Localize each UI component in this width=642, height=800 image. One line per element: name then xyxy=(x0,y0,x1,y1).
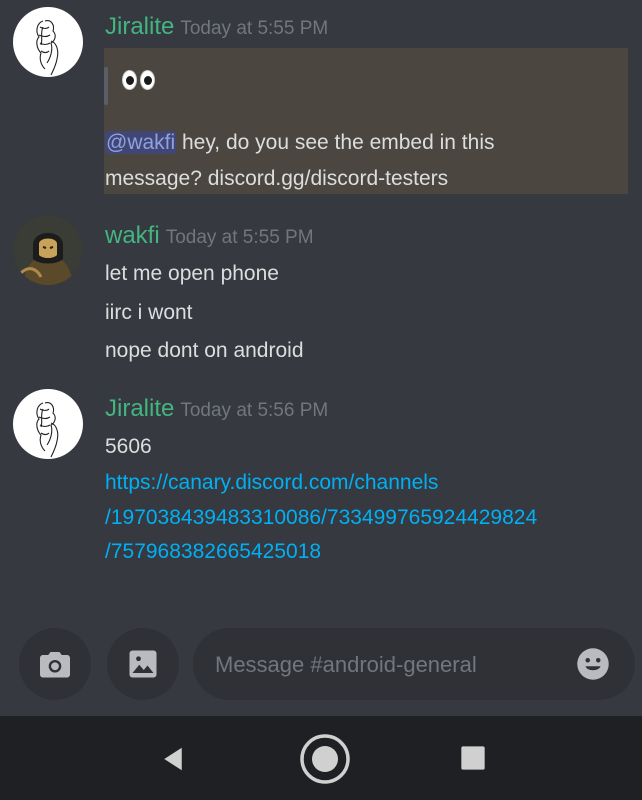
quote-bar xyxy=(104,67,108,105)
eyes-emoji xyxy=(122,70,155,90)
avatar-jiralite[interactable] xyxy=(13,389,83,459)
message-line: message? discord.gg/discord-testers xyxy=(105,167,449,190)
timestamp: Today at 5:55 PM xyxy=(165,227,314,248)
username[interactable]: wakfi Today at 5:55 PM xyxy=(105,222,314,252)
message-link[interactable]: https://canary.discord.com/channels xyxy=(105,470,438,496)
message-line: let me open phone xyxy=(105,262,279,285)
message-link[interactable]: /757968382665425018 xyxy=(105,539,321,565)
message-line: @wakfi hey, do you see the embed in this xyxy=(105,130,494,156)
author-name[interactable]: Jiralite xyxy=(105,395,174,422)
message-text: hey, do you see the embed in this xyxy=(176,131,495,154)
back-icon[interactable] xyxy=(158,744,188,774)
author-name[interactable]: Jiralite xyxy=(105,13,174,40)
avatar-drawing-icon xyxy=(36,20,59,76)
author-name[interactable]: wakfi xyxy=(105,222,160,249)
avatar-character-icon xyxy=(13,215,83,285)
message-input[interactable]: Message #android-general xyxy=(193,628,635,700)
image-icon xyxy=(129,650,157,678)
username[interactable]: Jiralite Today at 5:55 PM xyxy=(105,13,328,43)
home-icon[interactable] xyxy=(299,733,351,785)
timestamp: Today at 5:56 PM xyxy=(180,400,329,421)
camera-icon xyxy=(40,652,70,678)
avatar-wakfi[interactable] xyxy=(13,215,83,285)
message-line: nope dont on android xyxy=(105,339,304,362)
avatar-jiralite[interactable] xyxy=(13,7,83,77)
system-navigation-bar xyxy=(0,716,642,800)
message-input-placeholder: Message #android-general xyxy=(215,652,477,677)
camera-button[interactable] xyxy=(19,628,91,700)
user-mention[interactable]: @wakfi xyxy=(105,131,177,154)
message-line: 5606 xyxy=(105,435,152,458)
recents-icon[interactable] xyxy=(459,744,487,772)
avatar-drawing-icon xyxy=(36,402,59,458)
emoji-icon[interactable] xyxy=(575,646,611,682)
message-link[interactable]: /197038439483310086/733499765924429824 xyxy=(105,505,537,531)
username[interactable]: Jiralite Today at 5:56 PM xyxy=(105,395,328,425)
timestamp: Today at 5:55 PM xyxy=(180,18,329,39)
image-button[interactable] xyxy=(107,628,179,700)
message-line: iirc i wont xyxy=(105,301,193,324)
